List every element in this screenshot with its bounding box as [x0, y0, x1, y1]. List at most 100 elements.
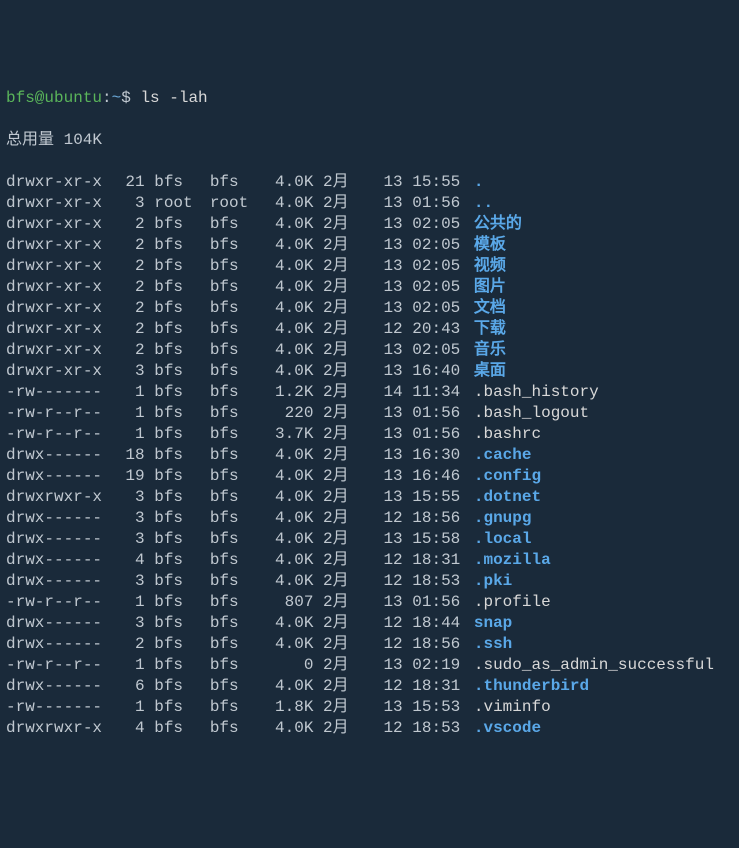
time: 02:05 — [412, 340, 464, 361]
size: 4.0K — [265, 256, 313, 277]
size: 4.0K — [265, 445, 313, 466]
size: 4.0K — [265, 718, 313, 739]
link-count: 19 — [121, 466, 145, 487]
directory-name: .mozilla — [474, 551, 551, 569]
list-item: -rw-r--r-- 1 bfs bfs 0 2月 13 02:19 .sudo… — [6, 655, 733, 676]
size: 4.0K — [265, 550, 313, 571]
group: bfs — [210, 634, 256, 655]
month: 2月 — [323, 193, 359, 214]
group: bfs — [210, 277, 256, 298]
month: 2月 — [323, 256, 359, 277]
time: 11:34 — [412, 382, 464, 403]
time: 02:05 — [412, 256, 464, 277]
size: 4.0K — [265, 172, 313, 193]
owner: bfs — [154, 277, 200, 298]
directory-name: 桌面 — [474, 362, 506, 380]
total-line: 总用量 104K — [6, 130, 733, 151]
month: 2月 — [323, 445, 359, 466]
month: 2月 — [323, 550, 359, 571]
time: 18:31 — [412, 676, 464, 697]
directory-name: 视频 — [474, 257, 506, 275]
permissions: -rw------- — [6, 382, 111, 403]
month: 2月 — [323, 634, 359, 655]
group: bfs — [210, 466, 256, 487]
permissions: drwx------ — [6, 571, 111, 592]
size: 4.0K — [265, 487, 313, 508]
link-count: 1 — [121, 697, 145, 718]
owner: bfs — [154, 613, 200, 634]
time: 16:30 — [412, 445, 464, 466]
prompt-user-host: bfs@ubuntu — [6, 89, 102, 107]
group: bfs — [210, 571, 256, 592]
file-name: .bash_history — [474, 383, 599, 401]
day: 13 — [369, 487, 403, 508]
month: 2月 — [323, 361, 359, 382]
permissions: drwxr-xr-x — [6, 172, 111, 193]
prompt-line[interactable]: bfs@ubuntu:~$ ls -lah — [6, 88, 733, 109]
time: 01:56 — [412, 193, 464, 214]
directory-name: 音乐 — [474, 341, 506, 359]
month: 2月 — [323, 613, 359, 634]
link-count: 3 — [121, 508, 145, 529]
group: bfs — [210, 361, 256, 382]
month: 2月 — [323, 466, 359, 487]
command-input[interactable]: ls -lah — [140, 89, 207, 107]
time: 18:53 — [412, 571, 464, 592]
size: 4.0K — [265, 235, 313, 256]
group: bfs — [210, 235, 256, 256]
month: 2月 — [323, 277, 359, 298]
directory-name: snap — [474, 614, 512, 632]
day: 13 — [369, 298, 403, 319]
day: 13 — [369, 361, 403, 382]
list-item: drwxrwxr-x 3 bfs bfs 4.0K 2月 13 15:55 .d… — [6, 487, 733, 508]
list-item: drwx------ 6 bfs bfs 4.0K 2月 12 18:31 .t… — [6, 676, 733, 697]
size: 4.0K — [265, 529, 313, 550]
link-count: 3 — [121, 529, 145, 550]
month: 2月 — [323, 487, 359, 508]
directory-name: .cache — [474, 446, 532, 464]
list-item: drwx------ 3 bfs bfs 4.0K 2月 12 18:44 sn… — [6, 613, 733, 634]
size: 4.0K — [265, 193, 313, 214]
size: 0 — [265, 655, 313, 676]
owner: bfs — [154, 235, 200, 256]
owner: bfs — [154, 634, 200, 655]
list-item: drwxr-xr-x 2 bfs bfs 4.0K 2月 13 02:05 音乐 — [6, 340, 733, 361]
permissions: drwx------ — [6, 529, 111, 550]
file-name: .bash_logout — [474, 404, 589, 422]
owner: bfs — [154, 508, 200, 529]
permissions: drwx------ — [6, 550, 111, 571]
link-count: 18 — [121, 445, 145, 466]
month: 2月 — [323, 655, 359, 676]
link-count: 2 — [121, 256, 145, 277]
link-count: 2 — [121, 235, 145, 256]
permissions: -rw-r--r-- — [6, 592, 111, 613]
day: 13 — [369, 172, 403, 193]
size: 4.0K — [265, 340, 313, 361]
day: 13 — [369, 277, 403, 298]
day: 13 — [369, 529, 403, 550]
permissions: drwxr-xr-x — [6, 319, 111, 340]
group: bfs — [210, 613, 256, 634]
group: bfs — [210, 319, 256, 340]
time: 02:05 — [412, 277, 464, 298]
file-name: .profile — [474, 593, 551, 611]
time: 01:56 — [412, 424, 464, 445]
day: 13 — [369, 193, 403, 214]
owner: bfs — [154, 214, 200, 235]
group: bfs — [210, 592, 256, 613]
time: 15:55 — [412, 487, 464, 508]
day: 12 — [369, 613, 403, 634]
directory-name: .local — [474, 530, 532, 548]
time: 18:53 — [412, 718, 464, 739]
file-listing: drwxr-xr-x 2 1 bfs bfs 4.0K 2月 13 15:55 .… — [6, 172, 733, 739]
prompt-symbol: $ — [121, 89, 140, 107]
owner: bfs — [154, 445, 200, 466]
group: bfs — [210, 655, 256, 676]
day: 13 — [369, 214, 403, 235]
time: 15:58 — [412, 529, 464, 550]
size: 4.0K — [265, 613, 313, 634]
owner: bfs — [154, 655, 200, 676]
day: 12 — [369, 634, 403, 655]
group: bfs — [210, 550, 256, 571]
owner: bfs — [154, 697, 200, 718]
